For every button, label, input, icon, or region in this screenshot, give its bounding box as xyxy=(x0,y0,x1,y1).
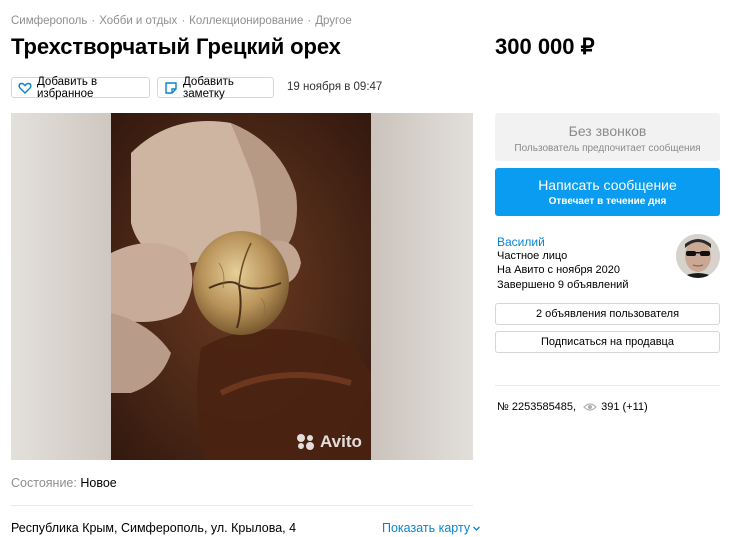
ad-number: № 2253585485, xyxy=(497,401,577,413)
add-note-button[interactable]: Добавить заметку xyxy=(157,75,274,100)
avito-watermark: Avito xyxy=(296,432,362,452)
show-map-label: Показать карту xyxy=(382,521,471,535)
no-calls-subtitle: Пользователь предпочитает сообщения xyxy=(514,143,701,154)
main-photo[interactable] xyxy=(111,113,371,460)
breadcrumb-item-city[interactable]: Симферополь xyxy=(11,15,87,27)
seller-ads-button[interactable]: 2 объявления пользователя xyxy=(495,303,720,325)
address: Республика Крым, Симферополь, ул. Крылов… xyxy=(11,521,297,535)
heart-icon xyxy=(18,81,32,95)
gallery-blur-left xyxy=(11,113,111,460)
seller-name-link[interactable]: Василий xyxy=(497,235,545,249)
seller-type: Частное лицо xyxy=(497,250,568,262)
divider xyxy=(495,385,720,386)
price: 300 000 ₽ xyxy=(495,34,595,59)
condition-value: Новое xyxy=(80,476,117,490)
chevron-down-icon xyxy=(473,526,481,531)
add-to-favorites-button[interactable]: Добавить в избранное xyxy=(11,75,150,100)
ad-meta: № 2253585485, 391 (+11) xyxy=(497,401,648,413)
breadcrumb-item-other[interactable]: Другое xyxy=(315,15,352,27)
avito-watermark-text: Avito xyxy=(320,432,362,451)
note-icon xyxy=(164,81,178,95)
no-calls-box: Без звонков Пользователь предпочитает со… xyxy=(495,113,720,161)
write-message-label: Написать сообщение xyxy=(538,177,677,193)
subscribe-seller-label: Подписаться на продавца xyxy=(541,336,674,348)
condition: Состояние: Новое xyxy=(11,476,117,490)
page-title: Трехстворчатый Грецкий орех xyxy=(11,34,341,59)
condition-label: Состояние: xyxy=(11,476,77,490)
show-map-link[interactable]: Показать карту xyxy=(382,521,481,535)
divider xyxy=(11,505,473,506)
photo-gallery[interactable]: Avito xyxy=(11,113,473,460)
seller-since: На Авито с ноября 2020 xyxy=(497,264,621,276)
seller-ads-label: 2 объявления пользователя xyxy=(535,308,680,320)
seller-completed: Завершено 9 объявлений xyxy=(497,279,629,291)
breadcrumb-item-hobby[interactable]: Хобби и отдых xyxy=(99,15,177,27)
add-to-favorites-label: Добавить в избранное xyxy=(37,75,98,100)
views-count: 391 (+11) xyxy=(601,401,648,413)
breadcrumb-item-collecting[interactable]: Коллекционирование xyxy=(189,15,303,27)
write-message-button[interactable]: Написать сообщение Отвечает в течение дн… xyxy=(495,168,720,216)
avito-logo-icon xyxy=(297,434,314,450)
avatar[interactable] xyxy=(676,234,720,278)
gallery-blur-right xyxy=(371,113,473,460)
add-note-label: Добавить заметку xyxy=(183,75,234,100)
eye-icon xyxy=(583,402,597,412)
response-time: Отвечает в течение дня xyxy=(548,196,667,207)
breadcrumb: Симферополь · Хобби и отдых · Коллекциониров… xyxy=(11,15,352,27)
subscribe-seller-button[interactable]: Подписаться на продавца xyxy=(495,331,720,353)
no-calls-title: Без звонков xyxy=(568,123,647,139)
publish-date: 19 ноября в 09:47 xyxy=(287,81,383,93)
